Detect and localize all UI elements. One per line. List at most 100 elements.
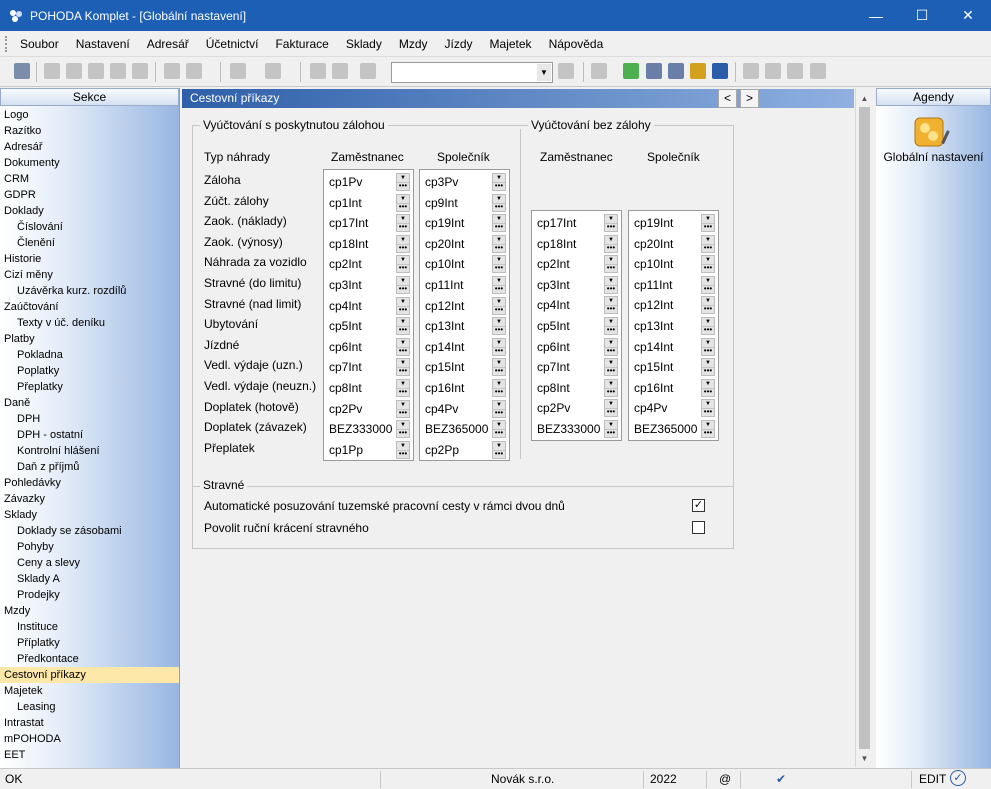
account-value[interactable]: cp7Int [329,360,362,374]
account-field[interactable]: cp18Int ▼ ••• [535,234,618,254]
exit-icon[interactable] [14,63,30,79]
account-picker-button[interactable]: ▼ ••• [396,276,410,294]
global-settings-label[interactable]: Globální nastavení [876,150,991,164]
account-picker-button[interactable]: ▼ ••• [396,214,410,233]
more-icon[interactable]: ••• [397,202,409,211]
account-value[interactable]: cp12Int [425,299,464,313]
folder-icon[interactable] [591,63,607,79]
more-icon[interactable]: ••• [493,326,505,334]
account-field[interactable]: BEZ365000 ▼ ••• [632,419,715,439]
account-field[interactable]: cp4Pv ▼ ••• [423,399,506,419]
copy-icon[interactable] [44,63,60,79]
account-field[interactable]: cp20Int ▼ ••• [423,234,506,254]
account-picker-button[interactable]: ▼ ••• [492,399,506,418]
preview-icon[interactable] [88,63,104,79]
account-field[interactable]: cp5Int ▼ ••• [327,316,410,336]
account-picker-button[interactable]: ▼ ••• [701,378,715,397]
account-field[interactable]: cp17Int ▼ ••• [327,213,410,233]
sekce-item[interactable]: Sklady [0,507,179,523]
account-value[interactable]: BEZ365000 [634,422,697,436]
prev-section-button[interactable]: < [718,89,737,108]
account-picker-button[interactable]: ▼ ••• [396,296,410,315]
account-picker-button[interactable]: ▼ ••• [604,255,618,274]
account-value[interactable]: cp2Pv [537,401,570,415]
minimize-button[interactable]: — [853,0,899,31]
sekce-item[interactable]: Pokladna [0,347,179,363]
account-picker-button[interactable]: ▼ ••• [396,358,410,377]
list-icon[interactable] [765,63,781,79]
more-icon[interactable]: ••• [702,305,714,313]
sekce-item[interactable]: Číslování [0,219,179,235]
account-value[interactable]: cp10Int [634,257,673,271]
more-icon[interactable]: ••• [605,284,617,293]
account-picker-button[interactable]: ▼ ••• [604,234,618,253]
account-picker-button[interactable]: ▼ ••• [396,420,410,439]
account-value[interactable]: cp10Int [425,257,464,271]
account-value[interactable]: cp20Int [634,237,673,251]
account-value[interactable]: cp6Int [537,340,570,354]
account-picker-button[interactable]: ▼ ••• [396,399,410,418]
sekce-item[interactable]: Ceny a slevy [0,555,179,571]
account-field[interactable]: cp8Int ▼ ••• [327,378,410,398]
more-icon[interactable]: ••• [397,346,409,355]
account-picker-button[interactable]: ▼ ••• [396,193,410,212]
account-picker-button[interactable]: ▼ ••• [492,420,506,439]
account-field[interactable]: cp19Int ▼ ••• [632,213,715,233]
sekce-item[interactable]: Intrastat [0,715,179,731]
account-value[interactable]: cp2Pp [425,443,459,457]
sekce-item[interactable]: Závazky [0,491,179,507]
sekce-item[interactable]: DPH - ostatní [0,427,179,443]
account-field[interactable]: cp4Int ▼ ••• [535,295,618,315]
sekce-item[interactable]: Pohledávky [0,475,179,491]
account-value[interactable]: BEZ333000 [329,422,392,436]
more-icon[interactable]: ••• [397,223,409,231]
account-field[interactable]: cp19Int ▼ ••• [423,213,506,233]
account-value[interactable]: cp16Int [425,381,464,395]
more-icon[interactable]: ••• [397,285,409,293]
account-value[interactable]: cp17Int [537,216,576,230]
account-picker-button[interactable]: ▼ ••• [396,255,410,274]
account-field[interactable]: BEZ333000 ▼ ••• [327,419,410,439]
scroll-thumb[interactable] [859,107,870,749]
account-picker-button[interactable]: ▼ ••• [492,379,506,397]
account-picker-button[interactable]: ▼ ••• [701,234,715,253]
account-value[interactable]: BEZ333000 [537,422,600,436]
send-icon[interactable] [110,63,126,79]
account-value[interactable]: cp11Int [634,278,672,292]
content-scrollbar[interactable]: ▲ ▼ [855,89,872,767]
more-icon[interactable]: ••• [397,243,409,252]
account-value[interactable]: cp15Int [634,360,673,374]
coins-icon[interactable] [690,63,706,79]
more-icon[interactable]: ••• [397,182,409,190]
more-icon[interactable]: ••• [493,243,505,252]
account-field[interactable]: cp13Int ▼ ••• [632,316,715,336]
account-field[interactable]: cp3Int ▼ ••• [535,275,618,295]
menu-nastaveni[interactable]: Nastavení [76,37,130,51]
account-value[interactable]: cp2Int [329,257,362,271]
filter-icon[interactable] [558,63,574,79]
account-value[interactable]: cp13Int [634,319,673,333]
auto-trip-checkbox[interactable]: ✓ [692,499,705,512]
account-value[interactable]: cp13Int [425,319,464,333]
account-field[interactable]: cp20Int ▼ ••• [632,234,715,254]
more-icon[interactable]: ••• [493,346,505,355]
sekce-item[interactable]: Předkontace [0,651,179,667]
account-picker-button[interactable]: ▼ ••• [701,399,715,418]
account-value[interactable]: cp5Int [329,319,362,333]
account-field[interactable]: cp6Int ▼ ••• [535,337,618,357]
account-picker-button[interactable]: ▼ ••• [701,296,715,315]
account-picker-button[interactable]: ▼ ••• [701,275,715,294]
account-field[interactable]: cp11Int ▼ ••• [632,275,715,295]
more-icon[interactable]: ••• [605,305,617,313]
account-field[interactable]: cp2Int ▼ ••• [327,254,410,274]
account-field[interactable]: BEZ333000 ▼ ••• [535,419,618,439]
sekce-item[interactable]: GDPR [0,187,179,203]
account-picker-button[interactable]: ▼ ••• [604,399,618,418]
account-value[interactable]: cp17Int [329,216,368,230]
account-picker-button[interactable]: ▼ ••• [701,337,715,356]
account-picker-button[interactable]: ▼ ••• [604,420,618,438]
more-icon[interactable]: ••• [605,429,617,437]
sekce-item[interactable]: Daň z příjmů [0,459,179,475]
account-field[interactable]: cp1Pp ▼ ••• [327,440,410,460]
more-icon[interactable]: ••• [493,408,505,417]
